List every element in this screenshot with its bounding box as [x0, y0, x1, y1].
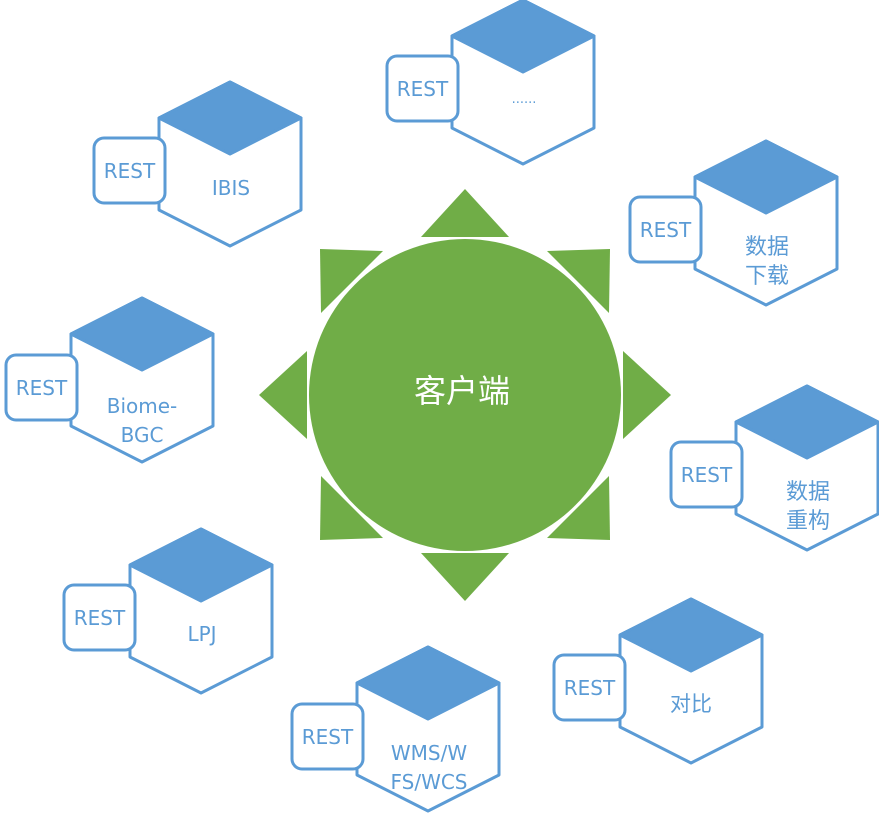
rest-badge-label: REST: [397, 77, 449, 101]
service-label-line: IBIS: [212, 176, 250, 200]
client-label: 客户端: [414, 372, 510, 410]
client-sun: 客户端: [259, 189, 671, 601]
service-node-lpj: REST LPJ: [62, 527, 274, 695]
service-label-line: Biome-: [107, 394, 178, 418]
rest-badge-label: REST: [302, 725, 354, 749]
service-node-biome-bgc: REST Biome- BGC: [4, 296, 215, 464]
service-node-compare: REST 对比: [552, 597, 764, 765]
rest-badge-label: REST: [564, 676, 616, 700]
service-label-line: 数据: [786, 480, 830, 505]
service-label-line: 重构: [786, 509, 830, 534]
service-label-line: LPJ: [187, 622, 216, 646]
service-node-more: REST......: [385, 0, 596, 166]
service-label-line: FS/WCS: [390, 770, 467, 794]
rest-badge-label: REST: [16, 376, 68, 400]
service-node-reconstruct: REST 数据重构: [669, 384, 879, 552]
rest-badge-label: REST: [681, 463, 733, 487]
sun-ray-right: [623, 351, 671, 439]
service-label-line: ......: [512, 92, 537, 107]
rest-badge-label: REST: [640, 218, 692, 242]
rest-badge-label: REST: [74, 606, 126, 630]
service-label-line: 对比: [670, 692, 712, 716]
sun-ray-left: [259, 351, 307, 439]
service-node-ibis: REST IBIS: [92, 80, 303, 248]
client-service-diagram: 客户端 REST ......RESTIBISREST数据下载RESTBiome-…: [4, 0, 879, 813]
service-label-line: 下载: [745, 264, 789, 289]
rest-badge-label: REST: [104, 159, 156, 183]
sun-ray-bottom: [421, 553, 509, 601]
service-label-line: 数据: [745, 235, 789, 260]
service-label-line: WMS/W: [391, 741, 467, 765]
service-node-download: REST 数据下载: [628, 139, 839, 307]
service-node-wms: REST WMS/W FS/WCS: [290, 645, 501, 813]
sun-ray-top: [421, 189, 509, 237]
service-label-line: BGC: [121, 423, 164, 447]
